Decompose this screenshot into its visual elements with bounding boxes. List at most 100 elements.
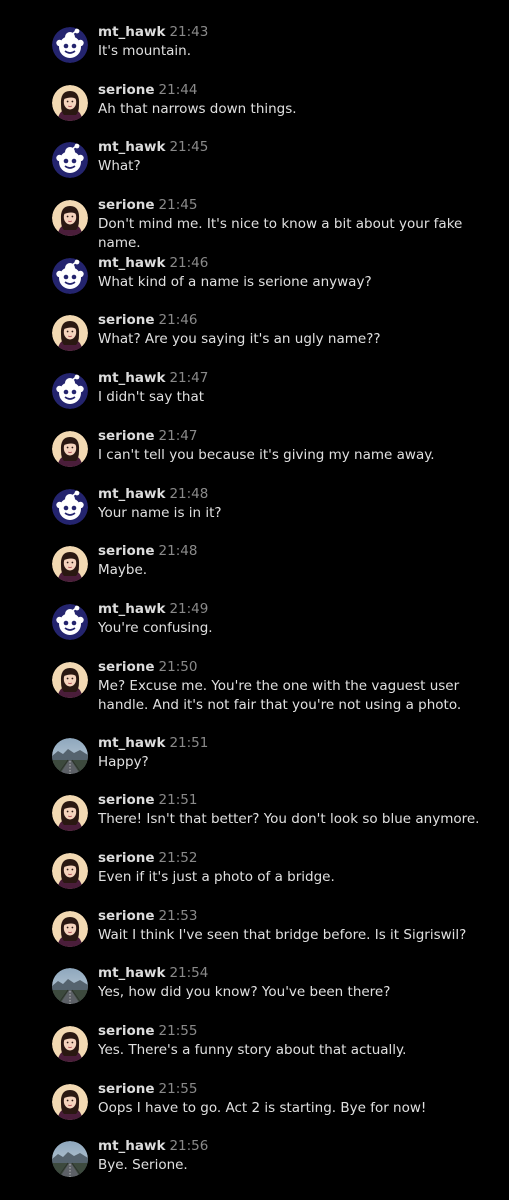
message-meta: serione 21:46 xyxy=(98,311,499,329)
woman-photo-icon xyxy=(52,1083,88,1120)
bridge-photo-icon xyxy=(52,968,88,1005)
message-row: serione 21:47 I can't tell you because it'… xyxy=(0,427,509,485)
avatar[interactable] xyxy=(52,737,88,774)
avatar[interactable] xyxy=(52,373,88,410)
message-row: mt_hawk 21:49 You're confusing. xyxy=(0,600,509,658)
avatar[interactable] xyxy=(52,795,88,832)
message-meta: mt_hawk 21:46 xyxy=(98,254,499,272)
avatar[interactable] xyxy=(52,968,88,1005)
username[interactable]: serione xyxy=(98,850,155,866)
avatar[interactable] xyxy=(52,1026,88,1062)
message-meta: mt_hawk 21:43 xyxy=(98,23,499,41)
username[interactable]: serione xyxy=(98,1023,155,1039)
message-content: serione 21:51 There! Isn't that better? Yo… xyxy=(98,791,499,829)
username[interactable]: serione xyxy=(98,312,155,328)
message-row: serione 21:44 Ah that narrows down things. xyxy=(0,81,509,139)
message-row: serione 21:52 Even if it's just a photo of… xyxy=(0,849,509,907)
message-meta: mt_hawk 21:54 xyxy=(98,964,499,982)
username[interactable]: mt_hawk xyxy=(98,1138,165,1154)
message-text: Maybe. xyxy=(98,562,148,579)
avatar[interactable] xyxy=(52,910,88,947)
message-text: What kind of a name is serione anyway? xyxy=(98,273,372,290)
avatar[interactable] xyxy=(52,142,88,179)
timestamp: 21:52 xyxy=(158,849,198,866)
username[interactable]: serione xyxy=(98,82,155,98)
timestamp: 21:55 xyxy=(158,1023,198,1039)
message-text: Your name is in it? xyxy=(98,504,222,521)
username[interactable]: serione xyxy=(98,543,155,559)
username[interactable]: mt_hawk xyxy=(98,735,165,751)
snoo-icon xyxy=(52,257,88,294)
message-text: Don't mind me. It's nice to know a bit a… xyxy=(98,216,463,252)
username[interactable]: mt_hawk xyxy=(98,965,165,981)
message-content: serione 21:55 Yes. There's a funny story a… xyxy=(98,1022,499,1060)
message-row: serione 21:46 What? Are you saying it's an… xyxy=(0,311,509,369)
avatar[interactable] xyxy=(52,315,88,352)
woman-photo-icon xyxy=(52,84,88,121)
woman-photo-icon xyxy=(52,852,88,889)
message-row: mt_hawk 21:48 Your name is in it? xyxy=(0,485,509,543)
message-content: mt_hawk 21:51 Happy? xyxy=(98,734,499,772)
timestamp: 21:50 xyxy=(158,658,198,675)
username[interactable]: mt_hawk xyxy=(98,486,165,502)
username[interactable]: serione xyxy=(98,792,155,808)
avatar[interactable] xyxy=(52,661,88,698)
username[interactable]: mt_hawk xyxy=(98,601,165,617)
message-row: serione 21:50 Me? Excuse me. You're the on… xyxy=(0,658,509,734)
message-meta: serione 21:53 xyxy=(98,907,499,925)
message-text: What? xyxy=(98,158,141,175)
message-text: I didn't say that xyxy=(98,389,205,406)
message-content: serione 21:52 Even if it's just a photo of… xyxy=(98,849,499,887)
timestamp: 21:44 xyxy=(158,81,198,98)
woman-photo-icon xyxy=(52,795,88,832)
avatar[interactable] xyxy=(52,1141,88,1178)
avatar[interactable] xyxy=(52,1083,88,1120)
avatar[interactable] xyxy=(52,603,88,640)
avatar[interactable] xyxy=(52,546,88,583)
message-content: serione 21:46 What? Are you saying it's an… xyxy=(98,311,499,349)
username[interactable]: serione xyxy=(98,1081,155,1097)
message-content: serione 21:44 Ah that narrows down things. xyxy=(98,81,499,119)
message-row: serione 21:53 Wait I think I've seen that … xyxy=(0,907,509,965)
message-text: Bye. Serione. xyxy=(98,1157,188,1174)
timestamp: 21:45 xyxy=(158,197,198,214)
username[interactable]: mt_hawk xyxy=(98,370,165,386)
message-row: mt_hawk 21:43 It's mountain. xyxy=(0,23,509,81)
avatar[interactable] xyxy=(52,430,88,467)
avatar[interactable] xyxy=(52,257,88,294)
woman-photo-icon xyxy=(52,315,88,352)
avatar[interactable] xyxy=(52,84,88,121)
message-text: Even if it's just a photo of a bridge. xyxy=(98,868,335,885)
message-text: Me? Excuse me. You're the one with the v… xyxy=(98,677,462,713)
avatar[interactable] xyxy=(52,27,88,63)
message-meta: serione 21:48 xyxy=(98,542,499,560)
message-row: mt_hawk 21:47 I didn't say that xyxy=(0,369,509,427)
username[interactable]: mt_hawk xyxy=(98,139,165,155)
username[interactable]: serione xyxy=(98,659,155,675)
username[interactable]: serione xyxy=(98,908,155,924)
message-content: mt_hawk 21:47 I didn't say that xyxy=(98,369,499,407)
username[interactable]: mt_hawk xyxy=(98,24,165,40)
message-text: Yes, how did you know? You've been there… xyxy=(98,984,391,1001)
timestamp: 21:51 xyxy=(158,792,198,809)
avatar[interactable] xyxy=(52,488,88,525)
username[interactable]: serione xyxy=(98,428,155,444)
avatar[interactable] xyxy=(52,200,88,237)
message-content: serione 21:55 Oops I have to go. Act 2 is … xyxy=(98,1080,499,1118)
username[interactable]: serione xyxy=(98,197,155,213)
message-content: serione 21:50 Me? Excuse me. You're the on… xyxy=(98,658,499,715)
timestamp: 21:48 xyxy=(169,485,209,502)
message-meta: serione 21:44 xyxy=(98,81,499,99)
avatar[interactable] xyxy=(52,852,88,889)
message-content: mt_hawk 21:46 What kind of a name is serio… xyxy=(98,254,499,292)
message-row: mt_hawk 21:46 What kind of a name is serio… xyxy=(0,254,509,312)
message-meta: serione 21:45 xyxy=(98,196,499,214)
message-meta: serione 21:50 xyxy=(98,658,499,676)
message-text: It's mountain. xyxy=(98,43,191,59)
timestamp: 21:47 xyxy=(169,370,209,387)
username[interactable]: mt_hawk xyxy=(98,255,165,271)
timestamp: 21:56 xyxy=(169,1138,209,1155)
message-meta: mt_hawk 21:49 xyxy=(98,600,499,618)
message-content: mt_hawk 21:48 Your name is in it? xyxy=(98,485,499,523)
message-meta: mt_hawk 21:45 xyxy=(98,138,499,156)
